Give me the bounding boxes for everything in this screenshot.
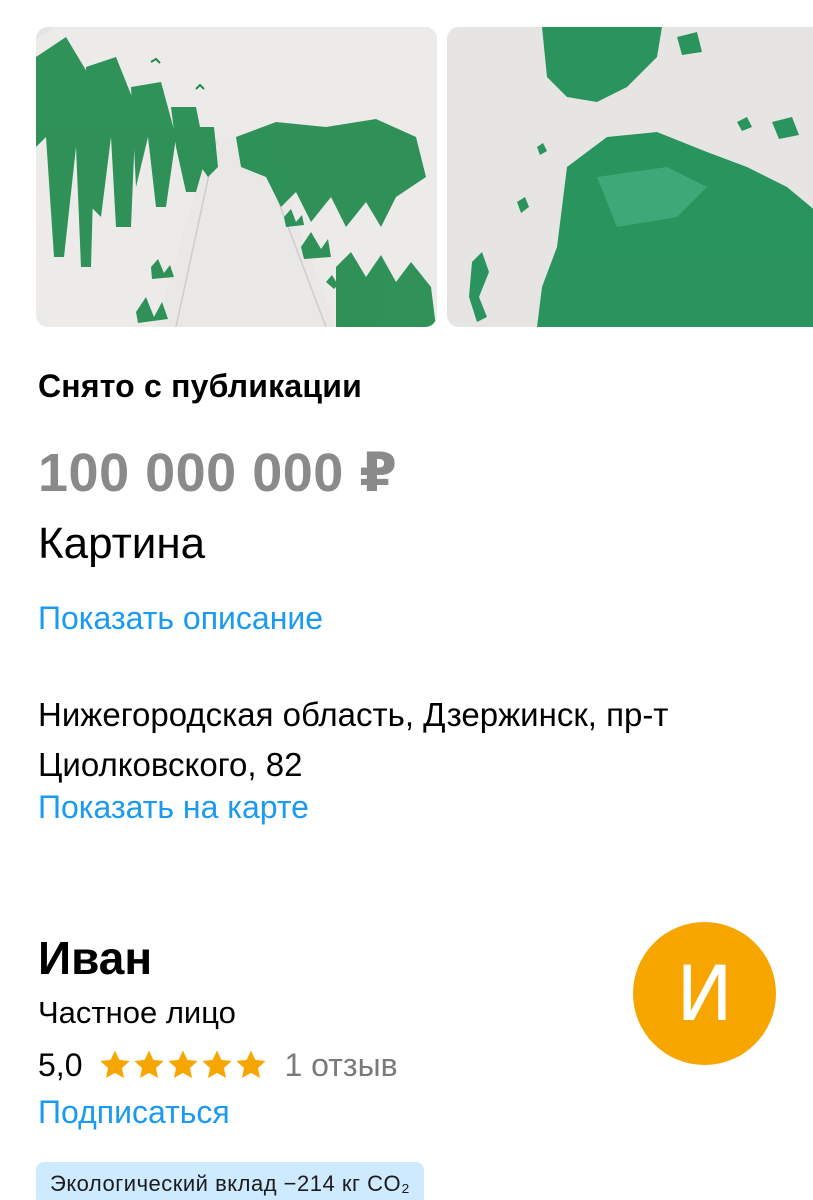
painting-closeup-image bbox=[447, 27, 813, 327]
show-description-link[interactable]: Показать описание bbox=[38, 600, 323, 637]
listing-page: Снято с публикации 100 000 000 ₽ Картина… bbox=[0, 0, 813, 1200]
star-icon bbox=[134, 1050, 165, 1079]
subscribe-link[interactable]: Подписаться bbox=[38, 1094, 230, 1131]
star-icon bbox=[100, 1050, 131, 1079]
seller-rating[interactable]: 5,0 1 отзыв bbox=[38, 1043, 398, 1087]
listing-price: 100 000 000 ₽ bbox=[38, 443, 398, 503]
photo-gallery[interactable] bbox=[36, 27, 813, 327]
seller-name[interactable]: Иван bbox=[38, 931, 152, 985]
listing-photo-1[interactable] bbox=[36, 27, 437, 327]
eco-contribution-badge[interactable]: Экологический вклад −214 кг CO₂ bbox=[36, 1162, 425, 1200]
listing-photo-2[interactable] bbox=[447, 27, 813, 327]
show-on-map-link[interactable]: Показать на карте bbox=[38, 789, 309, 826]
rating-value: 5,0 bbox=[38, 1046, 83, 1083]
seller-type: Частное лицо bbox=[38, 995, 236, 1030]
avatar-letter: И bbox=[676, 948, 733, 1038]
reviews-count: 1 отзыв bbox=[284, 1046, 398, 1083]
listing-address: Нижегородская область, Дзержинск, пр-т Ц… bbox=[38, 696, 669, 783]
rating-stars bbox=[98, 1048, 268, 1082]
listing-title: Картина bbox=[38, 519, 206, 568]
star-icon bbox=[202, 1050, 233, 1079]
seller-avatar[interactable]: И bbox=[633, 922, 776, 1065]
star-icon bbox=[168, 1050, 199, 1079]
star-icon bbox=[236, 1050, 267, 1079]
painting-forest-road-image bbox=[36, 27, 437, 327]
listing-status: Снято с публикации bbox=[38, 368, 363, 404]
